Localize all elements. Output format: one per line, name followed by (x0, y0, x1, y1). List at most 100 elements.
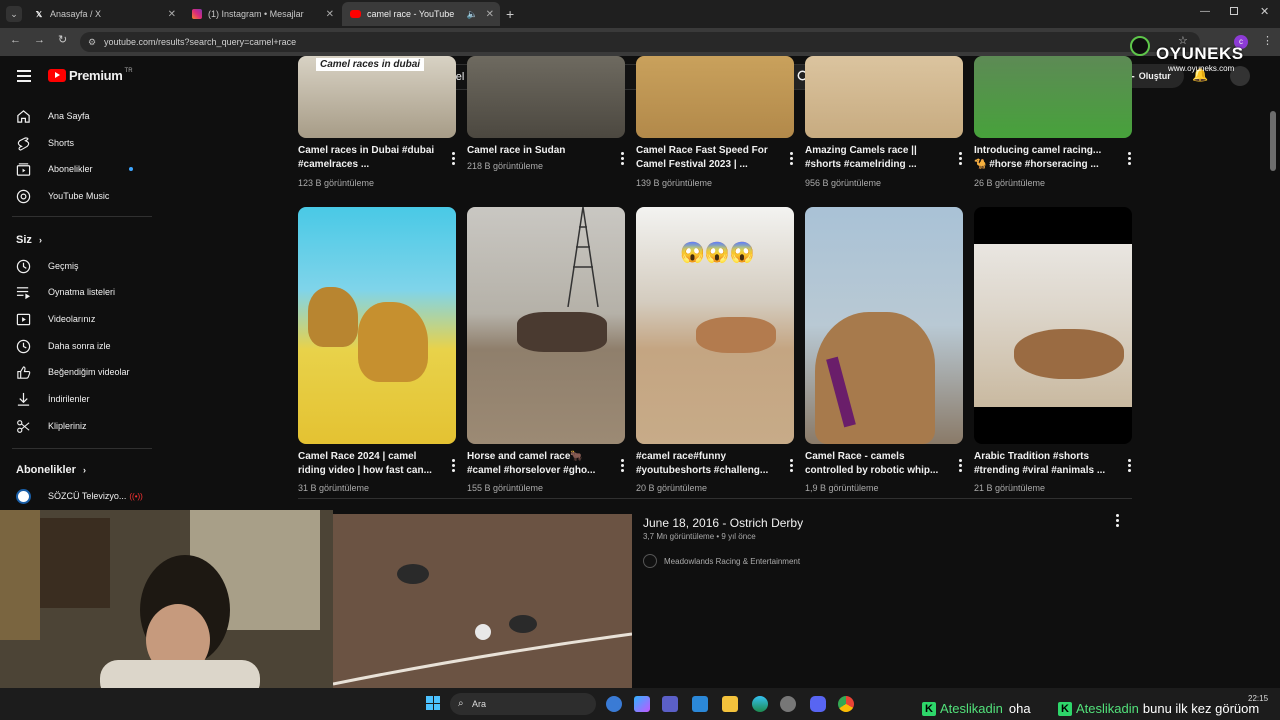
close-tab-icon[interactable]: ✕ (486, 9, 494, 20)
video-thumbnail-large[interactable] (333, 514, 632, 696)
video-thumbnail[interactable]: 😱😱😱 (636, 207, 794, 444)
short-card[interactable]: 😱😱😱 #camel race#funny #youtubeshorts #ch… (636, 207, 796, 497)
video-card[interactable]: Amazing Camels race || #shorts #camelrid… (805, 56, 965, 192)
video-thumbnail[interactable]: Camel races in dubai (298, 56, 456, 138)
tab-list-button[interactable]: ⌄ (6, 6, 22, 22)
short-card[interactable]: Horse and camel race🐂 #camel #horselover… (467, 207, 627, 497)
divider (12, 448, 152, 449)
maximize-button[interactable] (1230, 7, 1238, 15)
video-thumbnail[interactable] (298, 207, 456, 444)
video-card[interactable]: Camel race in Sudan 218 B görüntüleme (467, 56, 627, 192)
more-options-icon[interactable] (452, 459, 456, 474)
video-thumbnail[interactable] (805, 56, 963, 138)
channel-row[interactable]: Meadowlands Racing & Entertainment (643, 554, 800, 568)
sidebar-item-playlists[interactable]: Oynatma listeleri (16, 282, 115, 302)
scissors-icon (17, 419, 30, 433)
video-title[interactable]: Arabic Tradition #shorts #trending #vira… (974, 450, 1114, 478)
video-card[interactable]: Camel Race Fast Speed For Camel Festival… (636, 56, 796, 192)
more-options-icon[interactable] (621, 459, 625, 474)
subscriptions-section-header[interactable]: Abonelikler › (16, 464, 86, 476)
short-card[interactable]: Camel Race 2024 | camel riding video | h… (298, 207, 458, 497)
menu-icon[interactable] (17, 70, 31, 82)
sidebar-item-liked-videos[interactable]: Beğendiğim videolar (16, 362, 130, 382)
more-options-icon[interactable] (790, 459, 794, 474)
video-views: 26 B görüntüleme (974, 178, 1046, 188)
you-section-header[interactable]: Siz › (16, 234, 42, 246)
url-field[interactable]: ⚙ youtube.com/results?search_query=camel… (80, 32, 1200, 52)
sidebar-item-history[interactable]: Geçmiş (16, 256, 79, 276)
video-title[interactable]: Camel race in Sudan (467, 144, 607, 158)
taskbar-search[interactable]: ⌕ Ara (450, 693, 596, 715)
video-card[interactable]: Introducing camel racing... 🐪 #horse #ho… (974, 56, 1134, 192)
more-options-icon[interactable] (621, 152, 625, 167)
tab-youtube[interactable]: camel race - YouTube 🔈 ✕ (342, 2, 500, 26)
site-info-icon[interactable]: ⚙ (88, 32, 96, 52)
logo-country: TR (124, 67, 133, 74)
more-options-icon[interactable] (1116, 514, 1120, 529)
video-thumbnail[interactable] (974, 56, 1132, 138)
sidebar-item-your-videos[interactable]: Videolarınız (16, 309, 95, 329)
new-tab-button[interactable]: + (506, 6, 514, 22)
video-thumbnail[interactable] (636, 56, 794, 138)
sidebar-item-youtube-music[interactable]: YouTube Music (16, 186, 109, 206)
video-thumbnail[interactable] (467, 56, 625, 138)
video-title[interactable]: Camel races in Dubai #dubai #camelraces … (298, 144, 438, 172)
video-title[interactable]: June 18, 2016 - Ostrich Derby (643, 516, 803, 530)
more-options-icon[interactable] (790, 152, 794, 167)
video-title[interactable]: Camel Race 2024 | camel riding video | h… (298, 450, 438, 478)
video-title[interactable]: Amazing Camels race || #shorts #camelrid… (805, 144, 945, 172)
video-title[interactable]: Introducing camel racing... 🐪 #horse #ho… (974, 144, 1114, 172)
more-options-icon[interactable] (959, 459, 963, 474)
windows-start-icon[interactable] (426, 696, 440, 710)
minimize-button[interactable]: — (1200, 6, 1210, 17)
chat-user: Ateslikadin (940, 701, 1003, 716)
more-options-icon[interactable] (959, 152, 963, 167)
close-window-button[interactable]: ✕ (1260, 5, 1269, 18)
video-title[interactable]: Camel Race Fast Speed For Camel Festival… (636, 144, 776, 172)
video-thumbnail[interactable] (467, 207, 625, 444)
tab-x[interactable]: 𝕏 Anasayfa / X ✕ (26, 2, 182, 26)
app-icon[interactable] (606, 696, 622, 712)
section-divider (298, 498, 1132, 499)
more-options-icon[interactable] (1128, 459, 1132, 474)
sidebar-item-clips[interactable]: Klipleriniz (16, 416, 87, 436)
short-card[interactable]: Arabic Tradition #shorts #trending #vira… (974, 207, 1134, 497)
page-scrollbar[interactable] (1270, 111, 1276, 171)
sidebar-item-downloads[interactable]: İndirilenler (16, 389, 90, 409)
close-tab-icon[interactable]: ✕ (168, 9, 176, 20)
browser-menu-icon[interactable]: ⋮ (1262, 34, 1273, 47)
more-options-icon[interactable] (452, 152, 456, 167)
file-explorer-icon[interactable] (722, 696, 738, 712)
webcam-overlay (0, 510, 333, 696)
live-icon: ((•)) (129, 491, 143, 501)
reload-icon[interactable]: ↻ (58, 33, 67, 46)
video-thumbnail[interactable] (974, 207, 1132, 444)
sidebar-item-subscriptions[interactable]: Abonelikler (16, 159, 133, 179)
close-tab-icon[interactable]: ✕ (326, 9, 334, 20)
video-thumbnail[interactable] (805, 207, 963, 444)
speaker-icon[interactable]: 🔈 (467, 9, 478, 20)
store-icon[interactable] (692, 696, 708, 712)
video-title[interactable]: #camel race#funny #youtubeshorts #challe… (636, 450, 776, 478)
new-content-dot (128, 167, 133, 171)
sidebar-item-shorts[interactable]: Shorts (16, 133, 74, 153)
sidebar-item-watch-later[interactable]: Daha sonra izle (16, 336, 111, 356)
tab-instagram[interactable]: (1) Instagram • Mesajlar ✕ (184, 2, 340, 26)
back-icon[interactable]: ← (10, 34, 21, 46)
teams-icon[interactable] (662, 696, 678, 712)
chat-user: Ateslikadin (1076, 701, 1139, 716)
sidebar-subscription-sozcu[interactable]: SÖZCÜ Televizyo... ((•)) (16, 486, 143, 506)
video-title[interactable]: Horse and camel race🐂 #camel #horselover… (467, 450, 607, 478)
discord-icon[interactable] (810, 696, 826, 712)
more-options-icon[interactable] (1128, 152, 1132, 167)
short-card[interactable]: Camel Race - camels controlled by roboti… (805, 207, 965, 497)
sidebar-item-home[interactable]: Ana Sayfa (16, 106, 90, 126)
youtube-premium-logo[interactable]: Premium TR (48, 68, 133, 83)
edge-icon[interactable] (752, 696, 768, 712)
copilot-icon[interactable] (634, 696, 650, 712)
video-card[interactable]: Camel races in dubai Camel races in Duba… (298, 56, 458, 192)
forward-icon[interactable]: → (34, 34, 45, 46)
video-title[interactable]: Camel Race - camels controlled by roboti… (805, 450, 945, 478)
settings-icon[interactable] (780, 696, 796, 712)
chrome-icon[interactable] (838, 696, 854, 712)
